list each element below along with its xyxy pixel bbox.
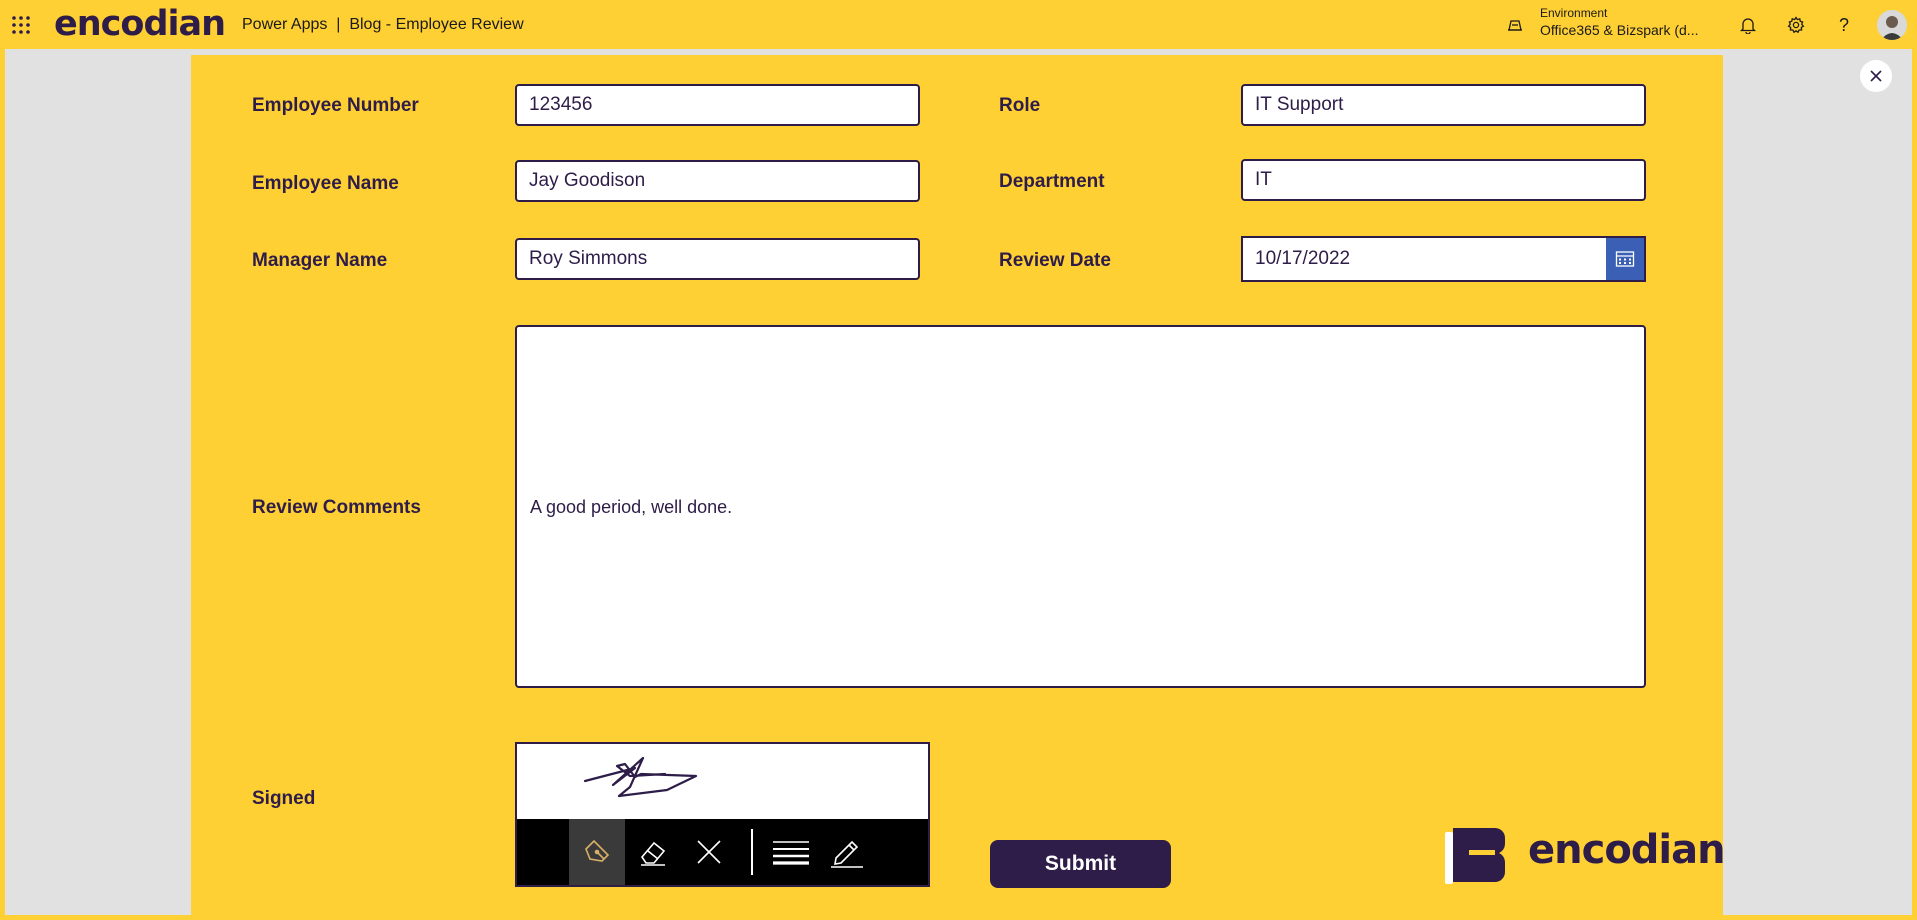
department-field[interactable]: IT <box>1241 159 1646 201</box>
settings-gear-icon[interactable] <box>1784 13 1808 37</box>
review-comments-textarea[interactable]: A good period, well done. <box>515 325 1646 688</box>
review-comments-label: Review Comments <box>252 497 421 518</box>
encodian-logo-mark-icon <box>1445 826 1507 884</box>
manager-name-field[interactable]: Roy Simmons <box>515 238 920 280</box>
calendar-icon[interactable] <box>1606 238 1644 280</box>
review-date-value[interactable]: 10/17/2022 <box>1255 248 1350 270</box>
top-bar: encodian Power Apps | Blog - Employee Re… <box>0 0 1917 49</box>
employee-name-label: Employee Name <box>252 173 399 194</box>
brand-logo: encodian <box>54 4 226 44</box>
role-field[interactable]: IT Support <box>1241 84 1646 126</box>
help-icon[interactable]: ? <box>1832 13 1856 37</box>
pen-toolbar <box>517 819 928 885</box>
eraser-icon[interactable] <box>625 819 681 885</box>
manager-name-label: Manager Name <box>252 250 388 271</box>
environment-icon <box>1506 16 1524 34</box>
app-title: Power Apps | Blog - Employee Review <box>242 16 524 33</box>
stroke-width-icon[interactable] <box>763 819 819 885</box>
clear-icon[interactable] <box>681 819 737 885</box>
user-avatar[interactable] <box>1877 10 1907 40</box>
employee-name-field[interactable]: Jay Goodison <box>515 160 920 202</box>
pen-draw-icon[interactable] <box>569 819 625 885</box>
department-label: Department <box>999 171 1105 192</box>
toolbar-divider <box>751 829 753 875</box>
signature-drawing <box>583 756 698 798</box>
role-label: Role <box>999 95 1041 116</box>
employee-number-field[interactable]: 123456 <box>515 84 920 126</box>
submit-button[interactable]: Submit <box>990 840 1171 888</box>
environment-label: Environment <box>1540 6 1608 20</box>
encodian-logo-text: encodian <box>1528 827 1726 873</box>
employee-number-label: Employee Number <box>252 95 419 116</box>
close-icon[interactable] <box>1860 60 1892 92</box>
review-comments-value[interactable]: A good period, well done. <box>530 497 732 518</box>
review-date-label: Review Date <box>999 250 1111 271</box>
review-date-picker[interactable]: 10/17/2022 <box>1241 236 1646 282</box>
pen-color-icon[interactable] <box>819 819 875 885</box>
notifications-bell-icon[interactable] <box>1736 13 1760 37</box>
signature-pen-input[interactable] <box>515 742 930 887</box>
app-launcher-icon[interactable] <box>11 15 31 35</box>
environment-selector[interactable]: Office365 & Bizspark (d... <box>1540 22 1698 38</box>
signed-label: Signed <box>252 788 316 809</box>
